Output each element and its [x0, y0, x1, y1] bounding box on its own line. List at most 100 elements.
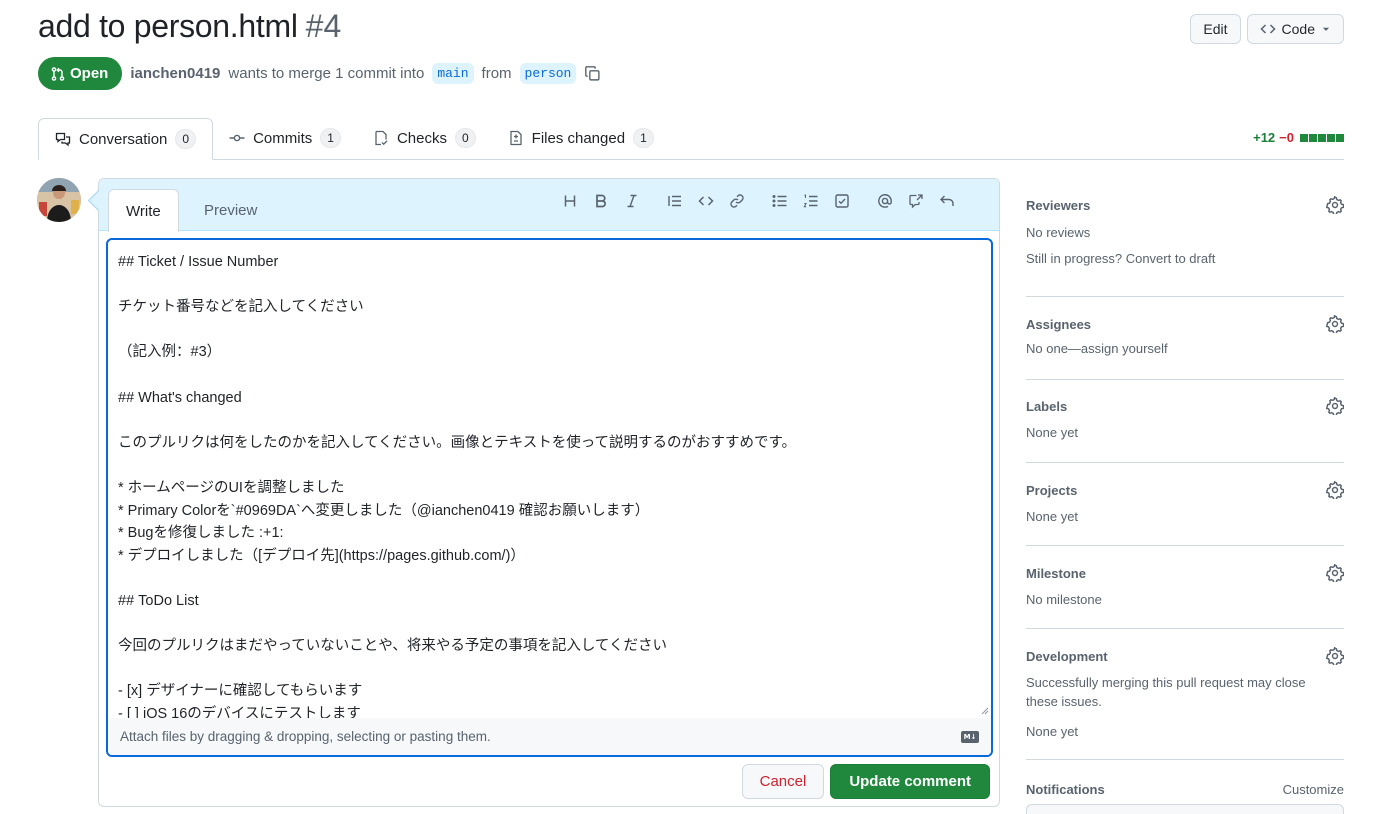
- milestone-title: Milestone: [1026, 565, 1086, 581]
- diffstat: +12 −0: [1253, 130, 1344, 145]
- tab-conversation-label: Conversation: [79, 130, 168, 148]
- write-tab[interactable]: Write: [108, 189, 179, 232]
- sidebar-assignees: Assignees No one—assign yourself: [1026, 297, 1344, 380]
- code-button-label: Code: [1281, 21, 1315, 37]
- comment-textarea-wrapper: ## Ticket / Issue Number チケット番号などを記入してくだ…: [106, 238, 993, 757]
- sidebar-reviewers: Reviewers No reviews Still in progress? …: [1026, 188, 1344, 297]
- tab-checks-counter: 0: [454, 128, 476, 148]
- development-title: Development: [1026, 648, 1108, 664]
- gear-icon[interactable]: [1326, 564, 1344, 582]
- comment-discussion-icon: [55, 132, 71, 147]
- tab-commits-counter: 1: [320, 128, 341, 148]
- file-diff-icon: [510, 130, 522, 146]
- mention-icon[interactable]: [869, 189, 900, 213]
- development-empty: None yet: [1026, 724, 1079, 739]
- milestone-heading: Milestone: [1026, 556, 1344, 590]
- undo-icon[interactable]: [931, 189, 962, 213]
- pr-title-row: add to person.html #4: [38, 8, 341, 45]
- quote-icon[interactable]: [659, 189, 690, 213]
- gear-icon[interactable]: [1326, 481, 1344, 499]
- markdown-icon[interactable]: M↓: [961, 730, 979, 743]
- editor-actions: Cancel Update comment: [741, 764, 990, 799]
- code-button[interactable]: Code: [1246, 14, 1344, 44]
- projects-title: Projects: [1026, 482, 1078, 498]
- development-description: Successfully merging this pull request m…: [1026, 675, 1306, 709]
- code-inline-icon[interactable]: [690, 189, 721, 213]
- editor-header: Write Preview: [99, 179, 999, 232]
- comment-editor: Write Preview ## Ticket / Issue Number チ…: [98, 178, 1000, 807]
- status-badge: Open: [38, 57, 123, 90]
- diff-blocks: [1300, 133, 1344, 142]
- tab-conversation[interactable]: Conversation 0: [38, 118, 214, 160]
- git-commit-icon: [229, 134, 245, 142]
- cancel-button[interactable]: Cancel: [741, 764, 825, 799]
- checklist-icon: [375, 130, 388, 146]
- merge-text: wants to merge 1 commit into: [228, 65, 425, 82]
- pr-tabs: Conversation 0 Commits 1 Checks 0 Files …: [38, 118, 1344, 160]
- heading-icon[interactable]: [554, 189, 585, 213]
- labels-title: Labels: [1026, 398, 1068, 414]
- tab-checks-label: Checks: [396, 129, 447, 147]
- gear-icon[interactable]: [1326, 315, 1344, 333]
- status-badge-label: Open: [70, 65, 109, 82]
- from-text: from: [481, 65, 512, 82]
- author-link[interactable]: ianchen0419: [130, 65, 220, 82]
- attach-hint: Attach files by dragging & dropping, sel…: [120, 729, 491, 744]
- pr-title: add to person.html: [38, 8, 298, 44]
- gear-icon[interactable]: [1326, 397, 1344, 415]
- milestone-empty: No milestone: [1026, 592, 1102, 607]
- reviewers-heading: Reviewers: [1026, 188, 1344, 222]
- head-branch[interactable]: person: [519, 63, 577, 84]
- reviewers-empty: No reviews: [1026, 225, 1091, 240]
- ordered-list-icon[interactable]: [795, 189, 826, 213]
- edit-button[interactable]: Edit: [1190, 14, 1241, 44]
- tab-commits[interactable]: Commits 1: [213, 117, 357, 159]
- base-branch[interactable]: main: [432, 63, 474, 84]
- copy-icon[interactable]: [584, 65, 601, 82]
- tab-files-changed-counter: 1: [633, 128, 654, 148]
- update-comment-button[interactable]: Update comment: [830, 764, 990, 799]
- link-icon[interactable]: [721, 189, 752, 213]
- cross-reference-icon[interactable]: [900, 189, 931, 213]
- assignees-title: Assignees: [1026, 316, 1092, 332]
- resize-grip-icon[interactable]: [981, 707, 989, 715]
- diff-deletions: −0: [1279, 130, 1294, 145]
- projects-empty: None yet: [1026, 509, 1079, 524]
- comment-textarea[interactable]: ## Ticket / Issue Number チケット番号などを記入してくだ…: [108, 240, 991, 720]
- markdown-toolbar: [554, 189, 962, 213]
- tab-checks[interactable]: Checks 0: [357, 117, 492, 159]
- italic-icon[interactable]: [616, 189, 647, 213]
- preview-tab[interactable]: Preview: [187, 189, 274, 231]
- edit-button-label: Edit: [1203, 21, 1228, 37]
- sidebar-development: Development Successfully merging this pu…: [1026, 629, 1344, 760]
- reviewers-title: Reviewers: [1026, 197, 1091, 213]
- header-actions: Edit Code: [1190, 14, 1344, 44]
- customize-link[interactable]: Customize: [1283, 782, 1344, 797]
- tab-conversation-counter: 0: [175, 129, 197, 149]
- gear-icon[interactable]: [1326, 647, 1344, 665]
- sidebar-notifications: Notifications Customize: [1026, 760, 1344, 806]
- pr-meta-row: Open ianchen0419 wants to merge 1 commit…: [38, 57, 601, 90]
- sidebar-labels: Labels None yet: [1026, 380, 1344, 463]
- attach-files-bar[interactable]: Attach files by dragging & dropping, sel…: [108, 718, 991, 755]
- sidebar-projects: Projects None yet: [1026, 463, 1344, 546]
- sidebar: Reviewers No reviews Still in progress? …: [1026, 188, 1344, 814]
- subscribe-button[interactable]: [1026, 804, 1344, 814]
- sidebar-milestone: Milestone No milestone: [1026, 546, 1344, 629]
- tab-commits-label: Commits: [253, 129, 313, 147]
- task-list-icon[interactable]: [826, 189, 857, 213]
- notifications-title: Notifications: [1026, 781, 1105, 797]
- assign-yourself-link[interactable]: No one—assign yourself: [1026, 341, 1344, 356]
- avatar[interactable]: [37, 178, 81, 222]
- bold-icon[interactable]: [585, 189, 616, 213]
- projects-heading: Projects: [1026, 473, 1344, 507]
- pr-number: #4: [305, 8, 342, 44]
- caret-down-icon: [1322, 27, 1330, 31]
- assignees-heading: Assignees: [1026, 307, 1344, 341]
- labels-heading: Labels: [1026, 389, 1344, 423]
- git-pull-request-icon: [51, 66, 65, 81]
- unordered-list-icon[interactable]: [764, 189, 795, 213]
- convert-to-draft-link[interactable]: Still in progress? Convert to draft: [1026, 251, 1344, 266]
- gear-icon[interactable]: [1326, 196, 1344, 214]
- tab-files-changed[interactable]: Files changed 1: [492, 117, 670, 159]
